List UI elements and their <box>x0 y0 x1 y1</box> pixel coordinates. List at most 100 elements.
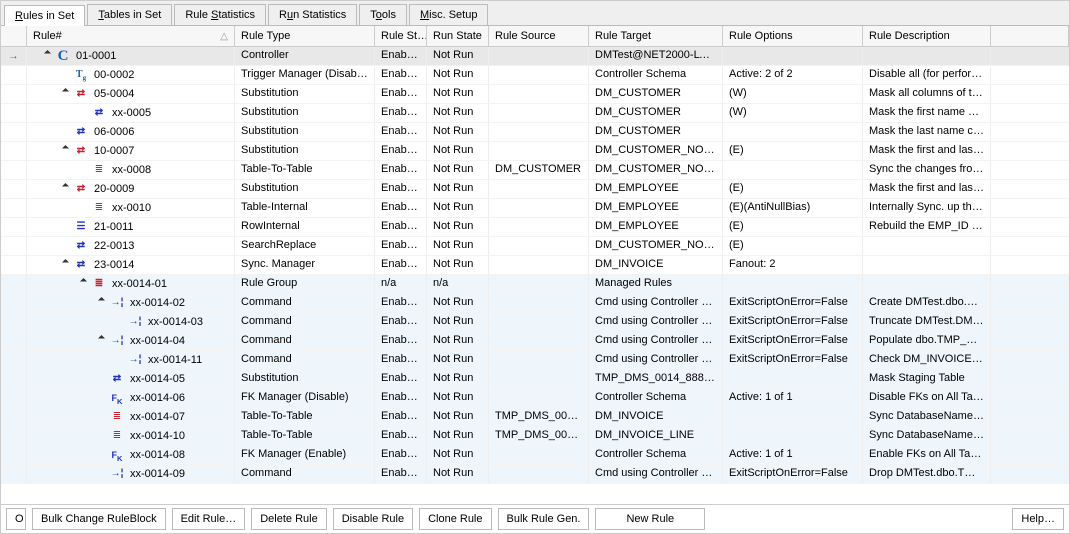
tree-expander-icon[interactable] <box>45 52 54 61</box>
tab-tables-in-set[interactable]: Tables in Set <box>87 4 172 25</box>
cell-src <box>489 142 589 160</box>
tab-run-statistics[interactable]: Run Statistics <box>268 4 357 25</box>
table-row[interactable]: ≣xx-0010Table-InternalEnabledNot RunDM_E… <box>1 199 1069 218</box>
table-row[interactable]: ☰21-0011RowInternalEnabledNot RunDM_EMPL… <box>1 218 1069 237</box>
cell-src <box>489 313 589 331</box>
col-rule-type[interactable]: Rule Type <box>235 26 375 46</box>
table-row[interactable]: FKxx-0014-08FK Manager (Enable)EnabledNo… <box>1 446 1069 465</box>
new-rule-button[interactable]: New Rule <box>595 508 705 530</box>
table-row[interactable]: →¦xx-0014-09CommandEnabledNot RunCmd usi… <box>1 465 1069 484</box>
cell-st: Enabled <box>375 351 427 369</box>
table-row[interactable]: ≣xx-0008Table-To-TableEnabledNot RunDM_C… <box>1 161 1069 180</box>
tab-bar: Rules in SetTables in SetRule Statistics… <box>1 1 1069 26</box>
disable-rule-button[interactable]: Disable Rule <box>333 508 413 530</box>
cell-type: Substitution <box>235 104 375 122</box>
tree-expander-icon[interactable] <box>99 337 108 346</box>
cell-type: SearchReplace <box>235 237 375 255</box>
table-row[interactable]: →¦xx-0014-03CommandEnabledNot RunCmd usi… <box>1 313 1069 332</box>
rules-grid[interactable]: →C01-0001ControllerEnabledNot RunDMTest@… <box>1 47 1069 505</box>
table-row[interactable]: ⇄23-0014Sync. ManagerEnabledNot RunDM_IN… <box>1 256 1069 275</box>
cell-desc: Drop DMTest.dbo.TM… <box>863 465 991 483</box>
cell-opt <box>723 275 863 293</box>
table-row[interactable]: →¦xx-0014-04CommandEnabledNot RunCmd usi… <box>1 332 1069 351</box>
cell-type: Trigger Manager (Disable) <box>235 66 375 84</box>
tab-tools[interactable]: Tools <box>359 4 407 25</box>
table-row[interactable]: →C01-0001ControllerEnabledNot RunDMTest@… <box>1 47 1069 66</box>
cell-opt: (E) <box>723 142 863 160</box>
cell-run: Not Run <box>427 161 489 179</box>
col-run-state[interactable]: Run State <box>427 26 489 46</box>
o-button[interactable]: O <box>6 508 26 530</box>
cell-type: Table-To-Table <box>235 427 375 445</box>
table-row[interactable]: ≣xx-0014-07Table-To-TableEnabledNot RunT… <box>1 408 1069 427</box>
cell-tgt: Cmd using Controller … <box>589 294 723 312</box>
table-row[interactable]: ⇄xx-0014-05SubstitutionEnabledNot RunTMP… <box>1 370 1069 389</box>
tab-misc-setup[interactable]: Misc. Setup <box>409 4 488 25</box>
cell-st: Enabled <box>375 66 427 84</box>
cell-src <box>489 218 589 236</box>
table-row[interactable]: Tg00-0002Trigger Manager (Disable)Enable… <box>1 66 1069 85</box>
tree-expander-icon[interactable] <box>99 299 108 308</box>
tree-expander-icon[interactable] <box>63 261 72 270</box>
cell-st: Enabled <box>375 427 427 445</box>
tree-expander-icon[interactable] <box>63 185 72 194</box>
col-rule-options[interactable]: Rule Options <box>723 26 863 46</box>
delete-rule-button[interactable]: Delete Rule <box>251 508 326 530</box>
tree-expander-icon[interactable] <box>63 90 72 99</box>
table-row[interactable]: ⇄22-0013SearchReplaceEnabledNot RunDM_CU… <box>1 237 1069 256</box>
bulk-change-ruleblock-button[interactable]: Bulk Change RuleBlock <box>32 508 166 530</box>
cell-tgt: Cmd using Controller … <box>589 465 723 483</box>
cell-src <box>489 104 589 122</box>
col-rule-num[interactable]: Rule#△ <box>27 26 235 46</box>
cell-src: TMP_DMS_001… <box>489 427 589 445</box>
cell-desc: Disable FKs on All Tar… <box>863 389 991 407</box>
cell-tgt: DM_CUSTOMER_NOTES <box>589 161 723 179</box>
table-row[interactable]: ⇄06-0006SubstitutionEnabledNot RunDM_CUS… <box>1 123 1069 142</box>
cell-desc: Mask the first and last… <box>863 180 991 198</box>
tab-rule-statistics[interactable]: Rule Statistics <box>174 4 266 25</box>
cell-desc: Sync the changes fro… <box>863 161 991 179</box>
cell-desc: Mask the first and last… <box>863 142 991 160</box>
sort-asc-icon: △ <box>220 31 228 42</box>
table-row[interactable]: ≣xx-0014-10Table-To-TableEnabledNot RunT… <box>1 427 1069 446</box>
cell-st: Enabled <box>375 142 427 160</box>
col-rule-st[interactable]: Rule St… <box>375 26 427 46</box>
table-row[interactable]: FKxx-0014-06FK Manager (Disable)EnabledN… <box>1 389 1069 408</box>
rule-id: 10-0007 <box>94 145 134 157</box>
edit-rule-button[interactable]: Edit Rule… <box>172 508 246 530</box>
cell-tgt: DMTest@NET2000-LT… <box>589 47 723 65</box>
table-row[interactable]: →¦xx-0014-11CommandEnabledNot RunCmd usi… <box>1 351 1069 370</box>
cell-opt: (W) <box>723 85 863 103</box>
table-row[interactable]: ⇄20-0009SubstitutionEnabledNot RunDM_EMP… <box>1 180 1069 199</box>
rule-id: xx-0014-01 <box>112 278 167 290</box>
table-row[interactable]: ⇄10-0007SubstitutionEnabledNot RunDM_CUS… <box>1 142 1069 161</box>
cell-opt: (E)(AntiNullBias) <box>723 199 863 217</box>
cell-desc: Check DM_INVOICE_… <box>863 351 991 369</box>
cell-src <box>489 199 589 217</box>
col-rule-description[interactable]: Rule Description <box>863 26 991 46</box>
table-row[interactable]: →¦xx-0014-02CommandEnabledNot RunCmd usi… <box>1 294 1069 313</box>
bulk-rule-gen-button[interactable]: Bulk Rule Gen. <box>498 508 590 530</box>
tab-rules-in-set[interactable]: Rules in Set <box>4 5 85 26</box>
cell-run: Not Run <box>427 180 489 198</box>
clone-rule-button[interactable]: Clone Rule <box>419 508 491 530</box>
cell-st: Enabled <box>375 332 427 350</box>
cell-type: Substitution <box>235 180 375 198</box>
cell-st: Enabled <box>375 465 427 483</box>
table-row[interactable]: ⇄05-0004SubstitutionEnabledNot RunDM_CUS… <box>1 85 1069 104</box>
tree-expander-icon[interactable] <box>63 147 72 156</box>
help-button[interactable]: Help… <box>1012 508 1064 530</box>
cell-run: Not Run <box>427 85 489 103</box>
cell-desc: Rebuild the EMP_ID fi… <box>863 218 991 236</box>
cell-run: Not Run <box>427 237 489 255</box>
cell-src <box>489 237 589 255</box>
tree-expander-icon[interactable] <box>81 280 90 289</box>
cell-run: Not Run <box>427 66 489 84</box>
col-rule-target[interactable]: Rule Target <box>589 26 723 46</box>
col-rule-source[interactable]: Rule Source <box>489 26 589 46</box>
table-row[interactable]: ⇄xx-0005SubstitutionEnabledNot RunDM_CUS… <box>1 104 1069 123</box>
cell-run: Not Run <box>427 465 489 483</box>
cell-run: Not Run <box>427 47 489 65</box>
table-row[interactable]: ≣xx-0014-01Rule Groupn/an/aManaged Rules <box>1 275 1069 294</box>
cell-type: Sync. Manager <box>235 256 375 274</box>
